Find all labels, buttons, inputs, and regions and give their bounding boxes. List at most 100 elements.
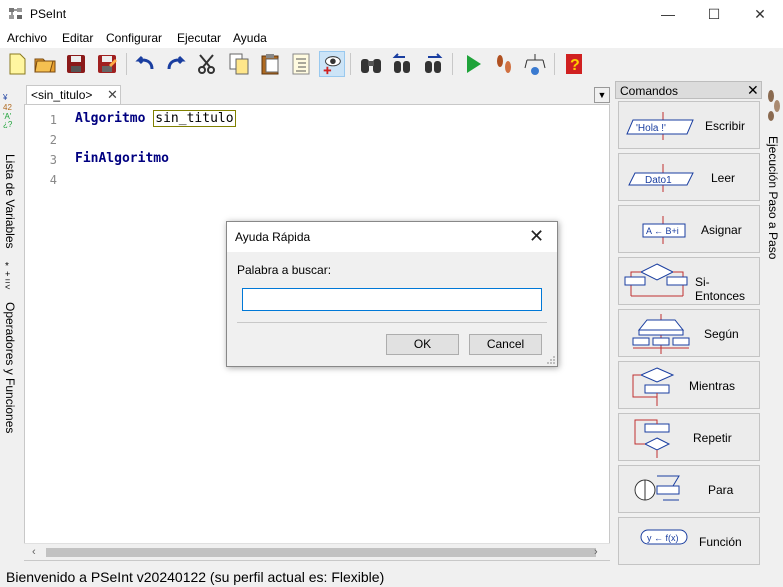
- toolbar: ?: [0, 48, 783, 81]
- cut-icon[interactable]: [194, 51, 220, 77]
- step-by-step-tab[interactable]: Ejecución Paso a Paso: [766, 136, 780, 259]
- close-button[interactable]: ✕: [737, 0, 783, 28]
- toolbar-separator: [350, 53, 351, 75]
- toolbar-separator: [452, 53, 453, 75]
- scrollbar-thumb[interactable]: [46, 548, 596, 557]
- command-label: Mientras: [689, 379, 736, 393]
- command-repetir[interactable]: Repetir: [618, 413, 760, 461]
- svg-text:Dato1: Dato1: [645, 175, 672, 186]
- run-icon[interactable]: [460, 51, 486, 77]
- search-input[interactable]: [242, 288, 542, 311]
- left-side-tabs: ¥ 42 'A' ¿? Lista de Variables * + = < O…: [0, 84, 20, 434]
- pseint-window: PSeInt — ☐ ✕ Archivo Editar Configurar E…: [0, 0, 783, 587]
- command-asignar[interactable]: A ← B+i Asignar: [618, 205, 760, 253]
- window-title: PSeInt: [30, 7, 67, 21]
- right-side-tab: Ejecución Paso a Paso: [763, 84, 783, 259]
- code-line[interactable]: Algoritmo sin_titulo: [75, 110, 236, 127]
- variables-list-tab[interactable]: Lista de Variables: [3, 154, 17, 249]
- find-next-icon[interactable]: [420, 51, 446, 77]
- function-icon: y ← f(x): [640, 529, 688, 545]
- while-icon: [632, 367, 675, 406]
- command-escribir[interactable]: 'Hola !' Escribir: [618, 101, 760, 149]
- menu-ayuda[interactable]: Ayuda: [233, 31, 267, 45]
- ok-button[interactable]: OK: [386, 334, 459, 355]
- scroll-left-icon[interactable]: ‹: [32, 546, 36, 558]
- tab-list-dropdown[interactable]: ▼: [594, 87, 610, 103]
- command-segun[interactable]: Según: [618, 309, 760, 357]
- svg-text:?: ?: [570, 57, 580, 74]
- status-bar: Bienvenido a PSeInt v20240122 (su perfil…: [0, 566, 783, 587]
- find-previous-icon[interactable]: [389, 51, 415, 77]
- repeat-icon: [634, 419, 671, 458]
- help-icon[interactable]: ?: [561, 51, 587, 77]
- menu-editar[interactable]: Editar: [62, 31, 93, 45]
- dialog-title: Ayuda Rápida: [235, 230, 311, 244]
- horizontal-scrollbar[interactable]: ‹ ›: [24, 543, 610, 560]
- commands-panel: Comandos ✕ 'Hola !' Escribir Dato1 Leer: [615, 81, 762, 565]
- command-mientras[interactable]: Mientras: [618, 361, 760, 409]
- tab-sin-titulo[interactable]: <sin_titulo> ✕: [26, 85, 121, 104]
- resize-grip-icon[interactable]: [546, 355, 556, 365]
- command-label: Según: [704, 327, 739, 341]
- svg-text:¿?: ¿?: [3, 120, 13, 128]
- toolbar-separator: [554, 53, 555, 75]
- menu-archivo[interactable]: Archivo: [7, 31, 47, 45]
- menu-bar: Archivo Editar Configurar Ejecutar Ayuda: [0, 28, 783, 48]
- copy-icon[interactable]: [226, 51, 252, 77]
- command-label: Si-Entonces: [695, 275, 746, 303]
- operators-functions-tab[interactable]: Operadores y Funciones: [3, 302, 17, 433]
- tab-label: <sin_titulo>: [31, 88, 93, 102]
- command-label: Asignar: [701, 223, 742, 237]
- switch-icon: [632, 314, 690, 354]
- search-icon[interactable]: [319, 51, 345, 77]
- indent-icon[interactable]: [288, 51, 314, 77]
- commands-panel-close-icon[interactable]: ✕: [747, 82, 759, 99]
- step-by-step-icon[interactable]: [491, 51, 517, 77]
- commands-panel-title: Comandos: [620, 84, 679, 98]
- if-then-icon: [624, 263, 688, 297]
- maximize-button[interactable]: ☐: [691, 0, 737, 28]
- footsteps-icon: [768, 90, 780, 121]
- flowchart-icon[interactable]: [522, 51, 548, 77]
- command-label: Función: [699, 535, 742, 549]
- undo-icon[interactable]: [132, 51, 158, 77]
- code-line[interactable]: FinAlgoritmo: [75, 151, 169, 166]
- read-icon: Dato1: [628, 164, 694, 192]
- menu-configurar[interactable]: Configurar: [106, 31, 162, 45]
- cancel-button[interactable]: Cancel: [469, 334, 542, 355]
- tab-close-icon[interactable]: ✕: [107, 87, 118, 103]
- paste-icon[interactable]: [257, 51, 283, 77]
- scroll-right-icon[interactable]: ›: [594, 546, 598, 558]
- command-funcion[interactable]: y ← f(x) Función: [618, 517, 760, 565]
- dialog-divider: [237, 322, 547, 323]
- command-label: Leer: [711, 171, 736, 185]
- for-icon: [634, 475, 680, 501]
- write-icon: 'Hola !': [626, 112, 694, 140]
- line-number: 3: [49, 153, 57, 167]
- command-label: Para: [708, 483, 734, 497]
- dialog-title-bar: Ayuda Rápida: [227, 222, 557, 252]
- command-label: Escribir: [705, 119, 746, 133]
- command-si-entonces[interactable]: Si-Entonces: [618, 257, 760, 305]
- command-label: Repetir: [693, 431, 732, 445]
- dialog-close-icon[interactable]: ✕: [529, 226, 544, 247]
- identifier: sin_titulo: [153, 110, 236, 127]
- line-number: 4: [49, 173, 57, 187]
- binoculars-icon[interactable]: [358, 51, 384, 77]
- minimize-button[interactable]: —: [645, 0, 691, 28]
- save-as-icon[interactable]: [94, 51, 120, 77]
- toolbar-separator: [126, 53, 127, 75]
- pseint-logo-icon: [9, 8, 22, 19]
- menu-ejecutar[interactable]: Ejecutar: [177, 31, 221, 45]
- status-text: Bienvenido a PSeInt v20240122 (su perfil…: [6, 569, 385, 585]
- keyword: FinAlgoritmo: [75, 151, 169, 166]
- search-prompt-label: Palabra a buscar:: [237, 263, 332, 277]
- editor-tab-strip: <sin_titulo> ✕: [22, 84, 612, 104]
- command-para[interactable]: Para: [618, 465, 760, 513]
- open-folder-icon[interactable]: [32, 51, 58, 77]
- new-file-icon[interactable]: [4, 51, 30, 77]
- save-icon[interactable]: [63, 51, 89, 77]
- svg-text:'Hola !': 'Hola !': [636, 123, 666, 134]
- redo-icon[interactable]: [163, 51, 189, 77]
- command-leer[interactable]: Dato1 Leer: [618, 153, 760, 201]
